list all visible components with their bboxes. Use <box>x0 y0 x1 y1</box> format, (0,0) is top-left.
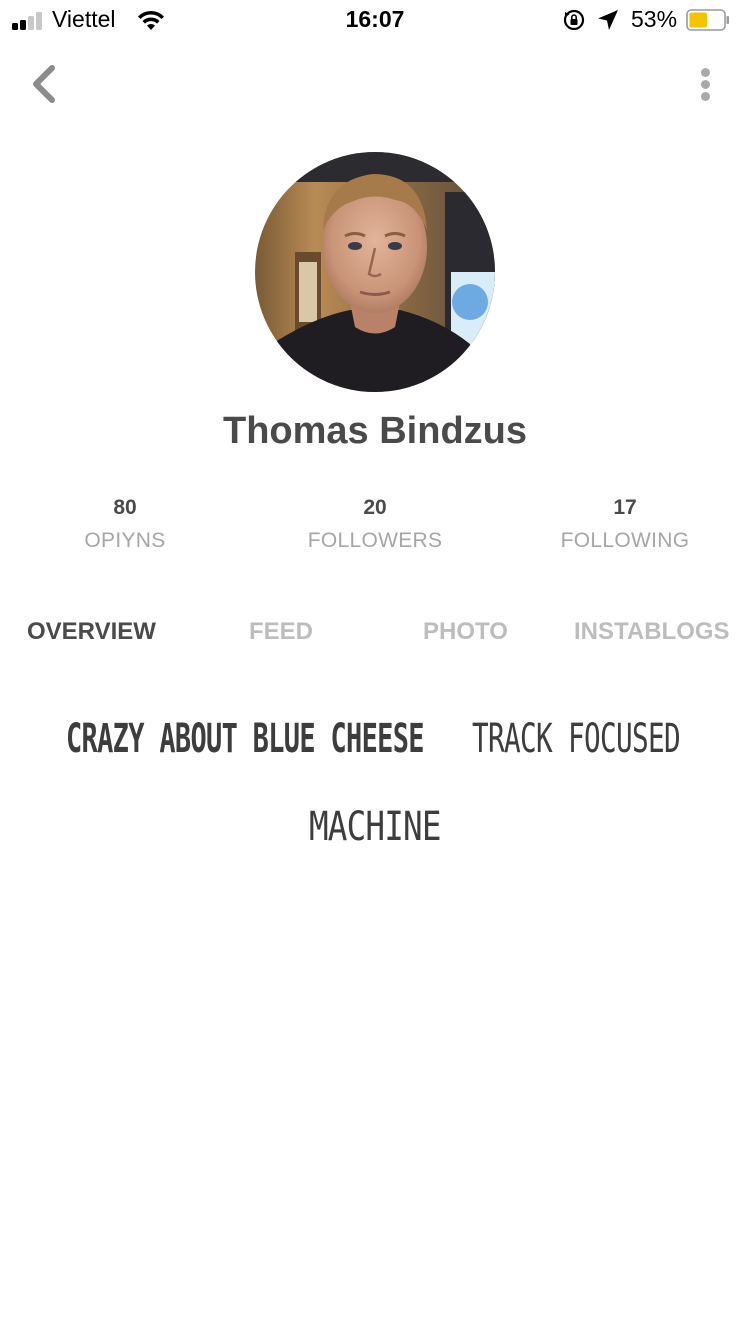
stat-label: OPIYNS <box>84 529 166 552</box>
battery-icon <box>686 9 729 31</box>
vertical-dot <box>701 92 710 101</box>
interest-tag[interactable]: MACHINE <box>309 804 441 850</box>
stat-value: 17 <box>613 496 637 519</box>
stat-following[interactable]: 17 FOLLOWING <box>500 494 750 553</box>
tab-feed[interactable]: FEED <box>249 618 313 646</box>
vertical-dot <box>701 80 710 89</box>
stat-value: 20 <box>363 496 387 519</box>
vertical-dots-icon <box>701 68 710 77</box>
more-options-button[interactable] <box>694 64 718 104</box>
profile-name: Thomas Bindzus <box>222 410 528 452</box>
stat-opiyns[interactable]: 80 OPIYNS <box>0 494 250 553</box>
status-bar: Viettel 16:07 53% <box>0 0 750 40</box>
orientation-lock-icon <box>563 9 585 31</box>
tab-overview[interactable]: OVERVIEW <box>27 618 156 646</box>
interest-tag[interactable]: TRACK FOCUSED <box>472 716 681 762</box>
tab-instablogs[interactable]: INSTABLOGS <box>574 618 730 646</box>
battery-percent: 53% <box>631 6 678 32</box>
location-arrow-icon <box>598 10 618 30</box>
stat-label: FOLLOWING <box>560 529 690 552</box>
interest-tag[interactable]: CRAZY ABOUT BLUE CHEESE <box>66 716 424 762</box>
stat-label: FOLLOWERS <box>307 529 443 552</box>
stat-followers[interactable]: 20 FOLLOWERS <box>250 494 500 553</box>
tab-photo[interactable]: PHOTO <box>423 618 508 646</box>
chevron-left-icon <box>33 65 55 103</box>
avatar[interactable] <box>255 152 495 392</box>
profile-photo <box>255 152 495 392</box>
stat-value: 80 <box>113 496 137 519</box>
back-button[interactable] <box>26 62 62 106</box>
